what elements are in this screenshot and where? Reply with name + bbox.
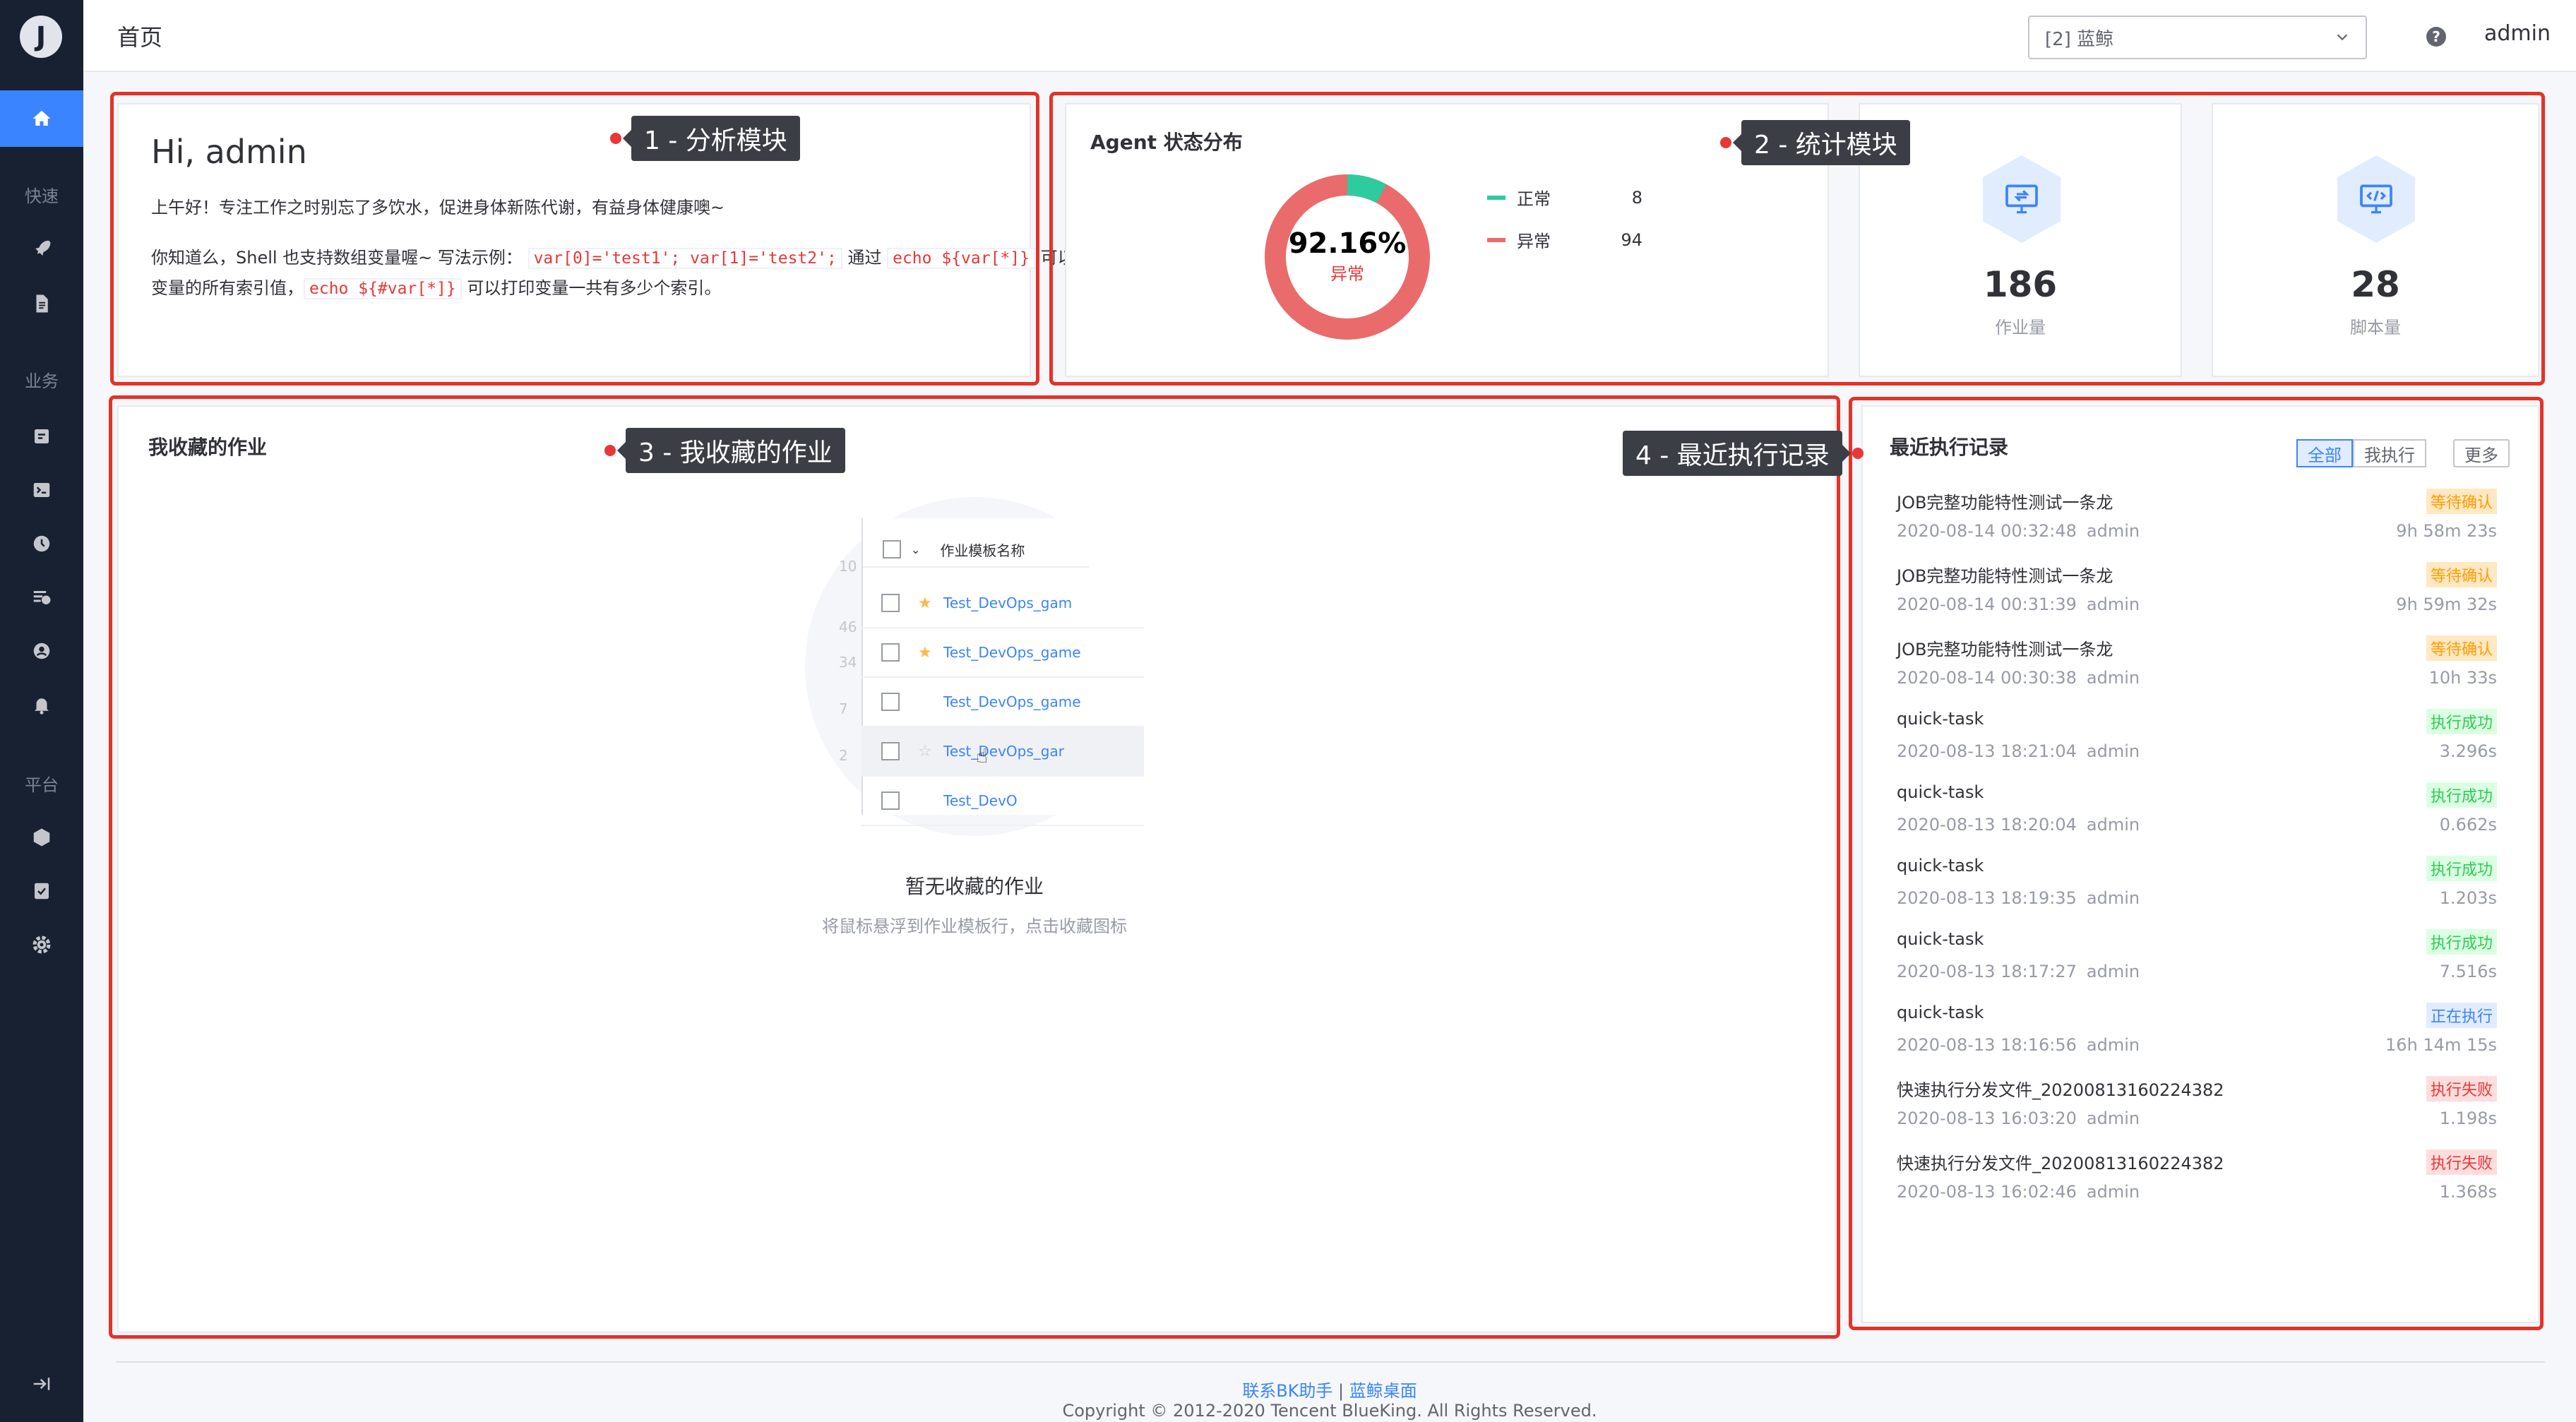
annotation-label: 4 - 最近执行记录 bbox=[1623, 431, 1851, 476]
nav-account[interactable] bbox=[0, 630, 83, 672]
task-icon bbox=[35, 429, 49, 443]
page-title: 首页 bbox=[117, 24, 163, 51]
chevron-down-icon bbox=[2337, 34, 2348, 41]
annotation-dot bbox=[604, 445, 616, 456]
header: 首页 [2] 蓝鲸 ? admin bbox=[83, 0, 2576, 72]
nav-group-platform: 平台 bbox=[25, 775, 59, 795]
annotation-box-4 bbox=[1849, 397, 2544, 1330]
annotation-label: 2 - 统计模块 bbox=[1733, 120, 1910, 165]
sidebar: J 快速 业务 平台 bbox=[0, 0, 83, 1422]
gear-icon bbox=[32, 936, 51, 954]
user-menu[interactable]: admin bbox=[2484, 21, 2551, 46]
annotation-dot bbox=[610, 133, 621, 144]
home-icon bbox=[32, 110, 51, 126]
nav-group-business: 业务 bbox=[25, 371, 59, 391]
nav-history[interactable] bbox=[0, 576, 83, 619]
rocket-icon bbox=[35, 240, 51, 256]
business-select[interactable]: [2] 蓝鲸 bbox=[2028, 16, 2367, 59]
nav-quick-file[interactable] bbox=[0, 282, 83, 325]
annotation-label: 3 - 我收藏的作业 bbox=[617, 428, 845, 473]
file-icon bbox=[36, 294, 48, 313]
footer-link-desktop[interactable]: 蓝鲸桌面 bbox=[1349, 1381, 1417, 1401]
footer-copyright: Copyright © 2012-2020 Tencent BlueKing. … bbox=[1062, 1401, 1597, 1421]
checklist-icon bbox=[35, 883, 49, 900]
nav-notify[interactable] bbox=[0, 683, 83, 726]
annotation-2: 2 - 统计模块 bbox=[1720, 120, 1910, 165]
annotation-box-3 bbox=[109, 395, 1840, 1339]
footer-link-bk-helper[interactable]: 联系BK助手 bbox=[1242, 1381, 1332, 1401]
nav-task[interactable] bbox=[0, 415, 83, 458]
footer-divider bbox=[116, 1361, 2545, 1363]
nav-platform-service[interactable] bbox=[0, 816, 83, 859]
annotation-label: 1 - 分析模块 bbox=[623, 116, 800, 161]
bell-icon bbox=[35, 698, 49, 715]
business-select-value: [2] 蓝鲸 bbox=[2045, 28, 2114, 50]
nav-collapse[interactable] bbox=[0, 1363, 83, 1405]
user-circle-icon bbox=[33, 643, 50, 659]
footer-separator: | bbox=[1338, 1381, 1344, 1401]
terminal-icon bbox=[33, 483, 50, 497]
nav-cron[interactable] bbox=[0, 522, 83, 565]
cube-icon bbox=[33, 828, 50, 847]
annotation-dot bbox=[1852, 448, 1864, 459]
nav-platform-audit[interactable] bbox=[0, 870, 83, 912]
annotation-dot bbox=[1720, 137, 1731, 148]
history-icon bbox=[33, 591, 51, 604]
annotation-3: 3 - 我收藏的作业 bbox=[604, 428, 845, 473]
nav-home[interactable] bbox=[0, 90, 83, 147]
collapse-icon bbox=[33, 1378, 50, 1390]
footer-links: 联系BK助手 | 蓝鲸桌面 bbox=[83, 1377, 2576, 1402]
nav-quick-execute[interactable] bbox=[0, 227, 83, 270]
nav-group-quick: 快速 bbox=[25, 186, 59, 206]
annotation-4: 4 - 最近执行记录 bbox=[1623, 431, 1864, 476]
annotation-1: 1 - 分析模块 bbox=[610, 116, 800, 161]
nav-settings[interactable] bbox=[0, 924, 83, 966]
annotation-box-1 bbox=[110, 92, 1039, 386]
app-logo[interactable]: J bbox=[20, 16, 62, 58]
clock-icon bbox=[33, 535, 50, 552]
nav-script[interactable] bbox=[0, 469, 83, 511]
help-icon[interactable]: ? bbox=[2426, 27, 2446, 47]
